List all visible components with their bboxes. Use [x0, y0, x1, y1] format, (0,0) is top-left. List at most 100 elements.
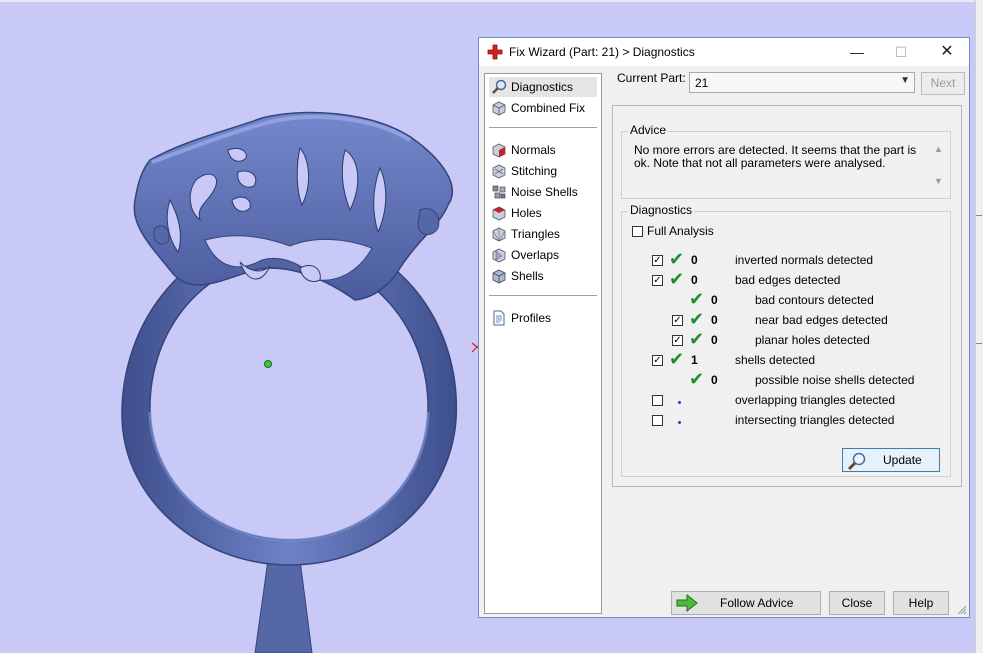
edge-tick [976, 343, 982, 344]
count-bad-edges: 0 [691, 273, 698, 287]
ok-check-icon: ✔ [669, 269, 685, 289]
close-button[interactable]: Close [829, 591, 885, 615]
advice-group: Advice No more errors are detected. It s… [621, 123, 951, 199]
advice-title: Advice [628, 123, 669, 137]
nav-label: Normals [511, 143, 556, 157]
nav-item-noise-shells[interactable]: Noise Shells [489, 182, 597, 202]
label-overlapping-triangles: overlapping triangles detected [735, 393, 896, 407]
nav-label: Noise Shells [511, 185, 578, 199]
wizard-nav: Diagnostics Combined Fix Normals Stitchi… [484, 73, 602, 614]
overlaps-icon [492, 248, 506, 263]
minimize-button[interactable]: — [835, 38, 879, 66]
nav-label: Triangles [511, 227, 560, 241]
inverted-normals-checkbox[interactable]: ✓ [652, 255, 663, 266]
update-label: Update [883, 453, 922, 467]
nav-item-holes[interactable]: Holes [489, 203, 597, 223]
magnifier-icon [847, 452, 866, 471]
pending-dot-icon [678, 401, 681, 404]
right-toolbar-edge [975, 0, 983, 653]
current-part-label: Current Part: [617, 71, 686, 85]
nav-item-diagnostics[interactable]: Diagnostics [489, 77, 597, 97]
normals-cube-icon [492, 143, 506, 158]
shells-checkbox[interactable]: ✓ [652, 355, 663, 366]
shells-icon [492, 269, 506, 284]
update-button[interactable]: Update [842, 448, 940, 472]
triangles-icon [492, 227, 506, 242]
nav-label: Combined Fix [511, 101, 586, 115]
count-bad-contours: 0 [711, 293, 718, 307]
nav-item-triangles[interactable]: Triangles [489, 224, 597, 244]
ok-check-icon: ✔ [689, 329, 705, 349]
nav-label: Holes [511, 206, 542, 220]
overlapping-triangles-checkbox[interactable] [652, 395, 663, 406]
nav-item-combined-fix[interactable]: Combined Fix [489, 98, 597, 118]
edge-tick [976, 215, 982, 216]
near-bad-edges-checkbox[interactable]: ✓ [672, 315, 683, 326]
title-bar[interactable]: Fix Wizard (Part: 21) > Diagnostics — ☐ … [479, 38, 969, 66]
magnifier-icon [492, 79, 507, 94]
close-window-button[interactable]: ✕ [925, 38, 969, 66]
count-inverted-normals: 0 [691, 253, 698, 267]
ok-check-icon: ✔ [669, 349, 685, 369]
label-planar-holes: planar holes detected [755, 333, 870, 347]
count-near-bad-edges: 0 [711, 313, 718, 327]
help-button[interactable]: Help [893, 591, 949, 615]
follow-advice-label: Follow Advice [720, 596, 794, 610]
ok-check-icon: ✔ [689, 309, 705, 329]
nav-label: Profiles [511, 311, 552, 325]
resize-grip-icon[interactable] [957, 605, 967, 615]
nav-item-overlaps[interactable]: Overlaps [489, 245, 597, 265]
follow-advice-button[interactable]: Follow Advice [671, 591, 821, 615]
window-title: Fix Wizard (Part: 21) > Diagnostics [509, 45, 695, 59]
ok-check-icon: ✔ [689, 369, 705, 389]
label-shells: shells detected [735, 353, 816, 367]
next-button[interactable]: Next [921, 72, 965, 95]
bad-edges-checkbox[interactable]: ✓ [652, 275, 663, 286]
ok-check-icon: ✔ [689, 289, 705, 309]
label-noise-shells: possible noise shells detected [755, 373, 915, 387]
cube-icon [492, 101, 506, 116]
full-analysis-checkbox[interactable] [632, 226, 643, 237]
scroll-up-icon[interactable]: ▲ [934, 144, 943, 154]
chevron-down-icon: ▼ [900, 75, 910, 86]
red-cross-icon [487, 44, 503, 60]
nav-label: Shells [511, 269, 544, 283]
nav-label: Stitching [511, 164, 558, 178]
planar-holes-checkbox[interactable]: ✓ [672, 335, 683, 346]
count-noise-shells: 0 [711, 373, 718, 387]
holes-cube-icon [492, 206, 506, 221]
nav-separator [489, 127, 597, 128]
scroll-down-icon[interactable]: ▼ [934, 176, 943, 186]
current-part-select[interactable]: 21 ▼ [689, 72, 915, 93]
current-part-value: 21 [695, 76, 709, 90]
advice-scrollbar[interactable]: ▲ ▼ [932, 144, 946, 190]
nav-label: Overlaps [511, 248, 560, 262]
count-planar-holes: 0 [711, 333, 718, 347]
pending-dot-icon [678, 421, 681, 424]
full-analysis-label: Full Analysis [647, 224, 714, 238]
label-inverted-normals: inverted normals detected [735, 253, 874, 267]
nav-separator [489, 295, 597, 296]
ok-check-icon: ✔ [669, 249, 685, 269]
label-bad-edges: bad edges detected [735, 273, 841, 287]
intersecting-triangles-checkbox[interactable] [652, 415, 663, 426]
fix-wizard-dialog: Fix Wizard (Part: 21) > Diagnostics — ☐ … [478, 37, 970, 618]
nav-item-normals[interactable]: Normals [489, 140, 597, 160]
count-shells: 1 [691, 353, 698, 367]
advice-text: No more errors are detected. It seems th… [634, 143, 917, 170]
diagnostics-panel: Advice No more errors are detected. It s… [612, 105, 962, 487]
green-arrow-icon [676, 594, 698, 612]
diagnostics-title: Diagnostics [628, 203, 695, 217]
noise-shells-icon [492, 185, 506, 199]
label-bad-contours: bad contours detected [755, 293, 874, 307]
label-near-bad-edges: near bad edges detected [755, 313, 888, 327]
nav-item-profiles[interactable]: Profiles [489, 308, 597, 328]
label-intersecting-triangles: intersecting triangles detected [735, 413, 895, 427]
nav-item-shells[interactable]: Shells [489, 266, 597, 286]
nav-label: Diagnostics [511, 80, 574, 94]
document-icon [493, 310, 505, 326]
maximize-button[interactable]: ☐ [879, 38, 923, 66]
stitching-cube-icon [492, 164, 506, 179]
nav-item-stitching[interactable]: Stitching [489, 161, 597, 181]
diagnostics-group: Diagnostics Full Analysis ✓ ✔ 0 inverted… [621, 203, 951, 477]
